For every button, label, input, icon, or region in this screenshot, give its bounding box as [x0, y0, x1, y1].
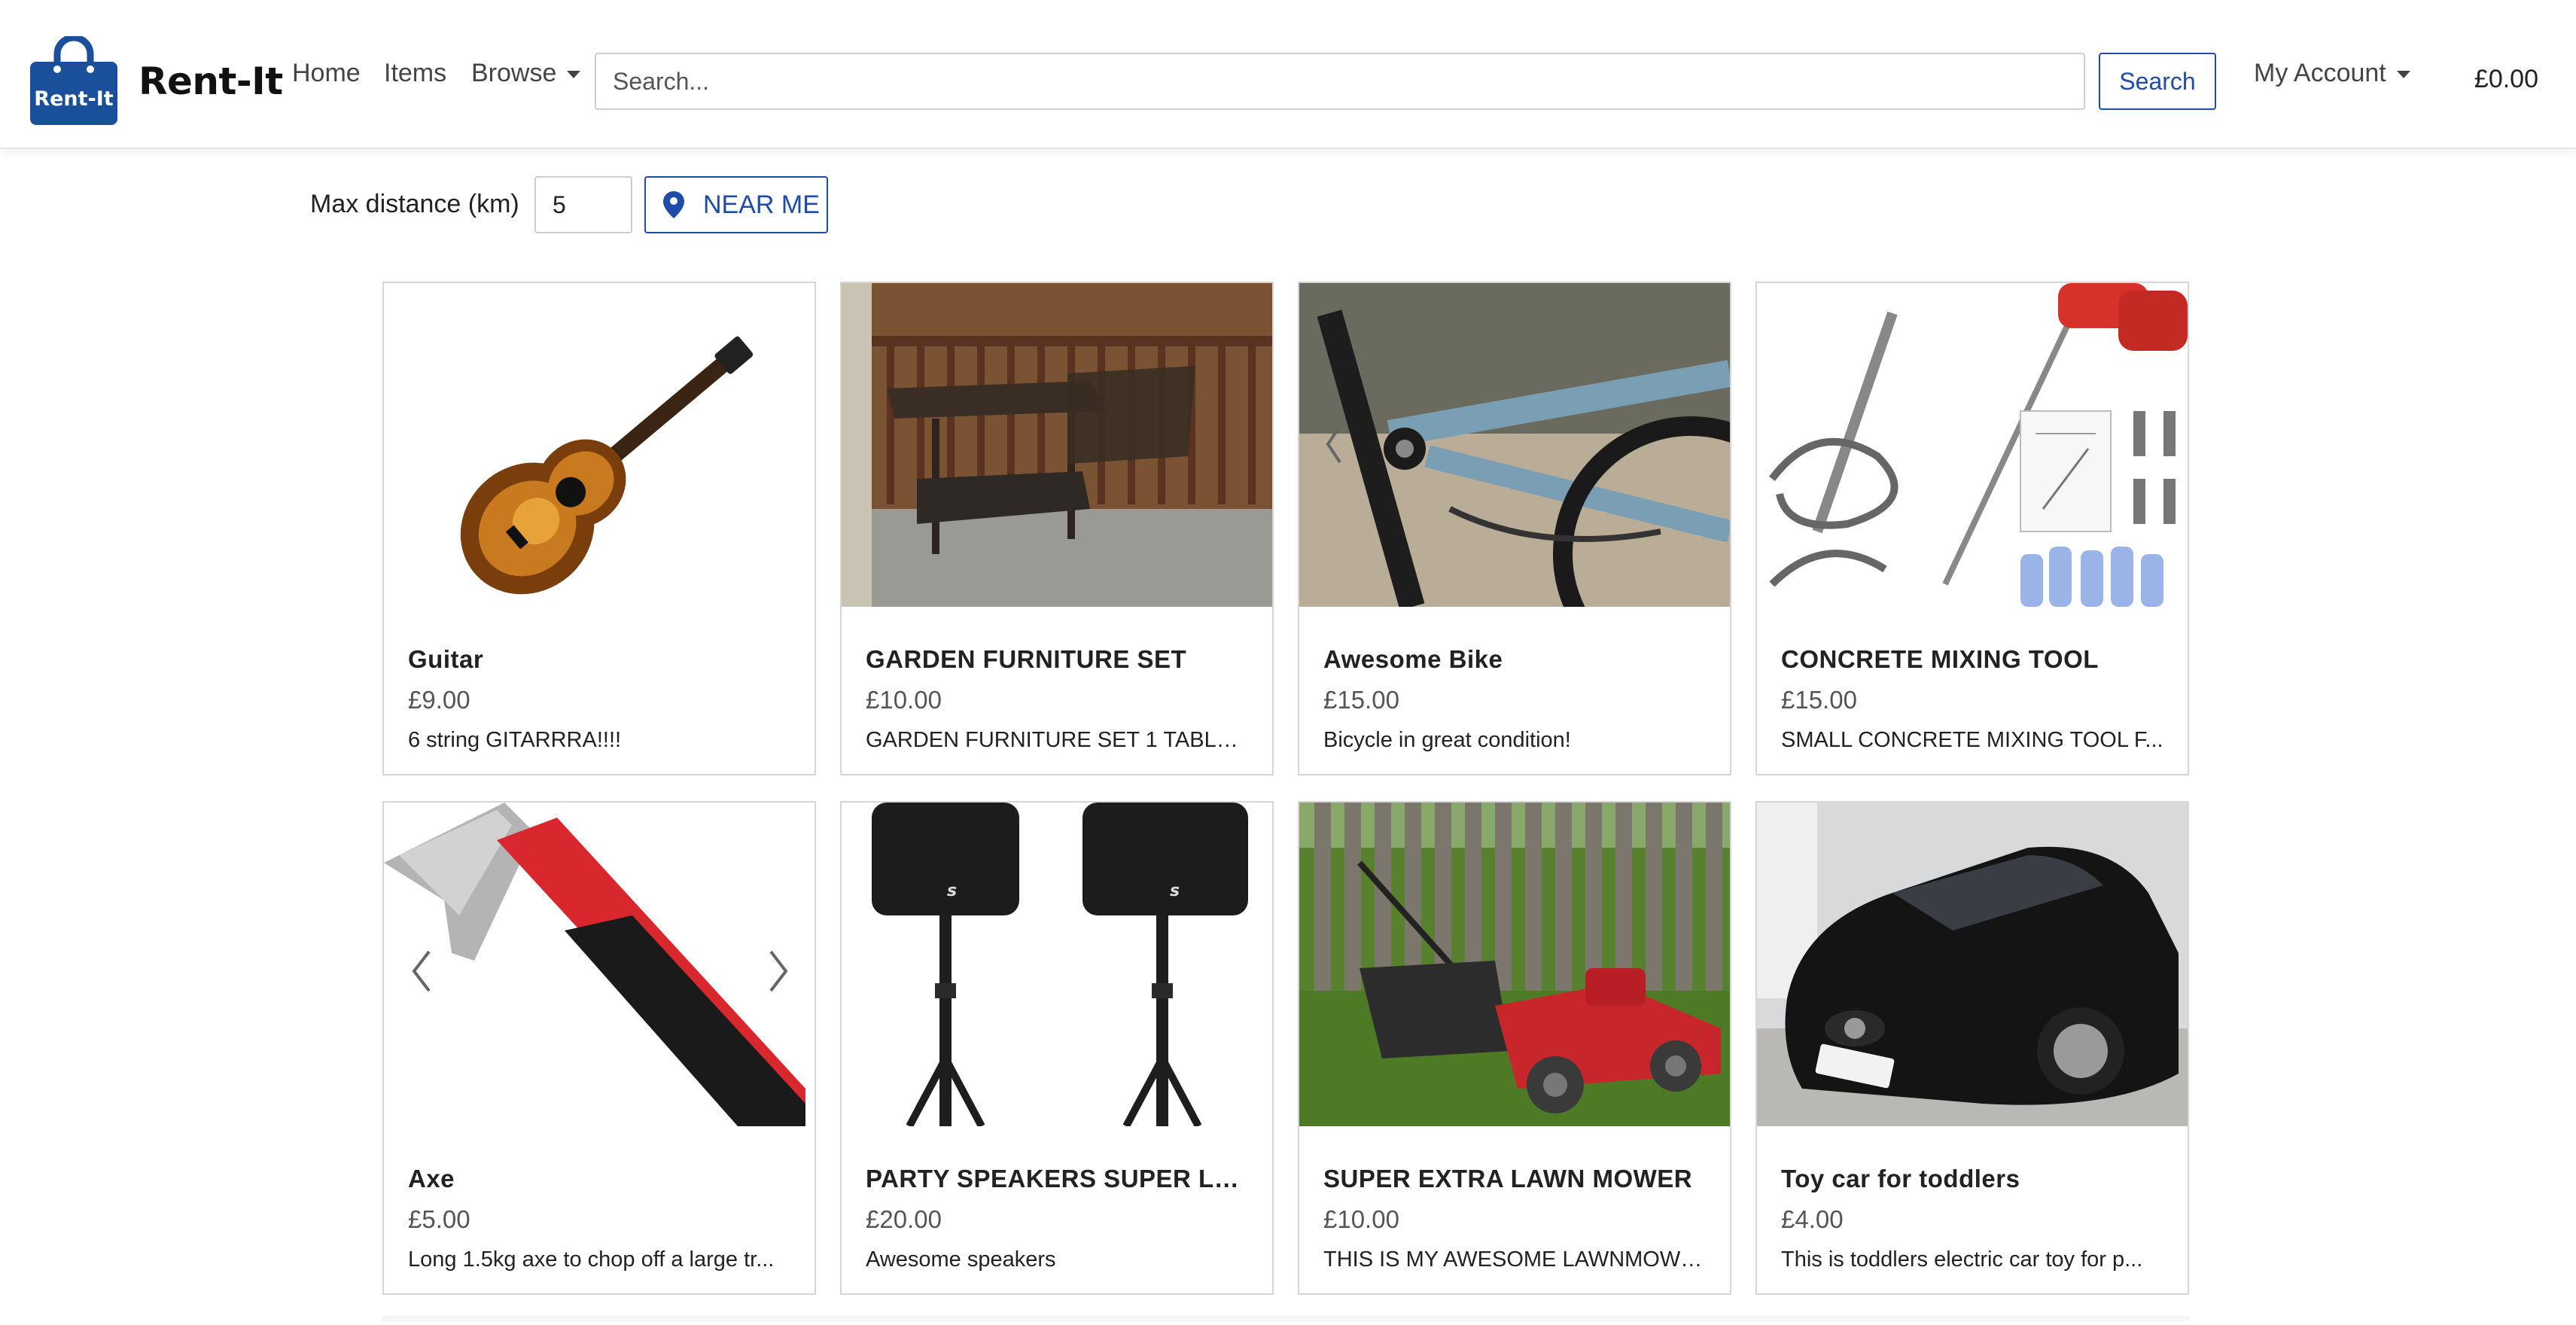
item-description: SMALL CONCRETE MIXING TOOL F... [1781, 729, 2163, 752]
item-card-bike[interactable]: Awesome Bike £15.00 Bicycle in great con… [1298, 282, 1731, 775]
item-title[interactable]: Guitar [408, 646, 792, 673]
item-price: £10.00 [1323, 1205, 1399, 1233]
max-distance-input[interactable] [534, 176, 632, 233]
navbar: Rent-It Rent-It Home Items Browse Search… [0, 0, 2576, 149]
item-title[interactable]: GARDEN FURNITURE SET [866, 646, 1250, 673]
item-card-axe[interactable]: Axe £5.00 Long 1.5kg axe to chop off a l… [382, 801, 816, 1295]
item-photo-concrete-mixer [1757, 283, 2188, 607]
item-card-garden-furniture[interactable]: GARDEN FURNITURE SET £10.00 GARDEN FURNI… [840, 282, 1274, 775]
item-description: Awesome speakers [866, 1248, 1056, 1272]
nav-browse-label: Browse [471, 59, 557, 87]
item-description: THIS IS MY AWESOME LAWNMOWER [1323, 1248, 1707, 1272]
next-row-edge [382, 1316, 2189, 1325]
item-description: Long 1.5kg axe to chop off a large tr... [408, 1248, 775, 1272]
item-card-concrete-mixer[interactable]: CONCRETE MIXING TOOL £15.00 SMALL CONCRE… [1755, 282, 2189, 775]
item-photo-bike [1299, 283, 1730, 607]
nav-items-link[interactable]: Items [384, 60, 446, 86]
location-pin-icon [663, 191, 684, 218]
my-account-label: My Account [2254, 59, 2386, 87]
item-title[interactable]: SUPER EXTRA LAWN MOWER [1323, 1165, 1707, 1192]
item-price: £9.00 [408, 686, 470, 714]
item-price: £4.00 [1781, 1205, 1844, 1233]
item-title[interactable]: Axe [408, 1165, 792, 1192]
svg-text:s: s [947, 882, 957, 900]
my-account-dropdown[interactable]: My Account [2254, 60, 2410, 86]
item-card-party-speakers[interactable]: s s PARTY SPEAKERS SUPER LOU... £20.00 A… [840, 801, 1274, 1295]
item-description: This is toddlers electric car toy for p.… [1781, 1248, 2143, 1272]
search-input[interactable] [595, 53, 2085, 110]
brand[interactable]: Rent-It Rent-It [27, 36, 283, 126]
item-card-lawn-mower[interactable]: SUPER EXTRA LAWN MOWER £10.00 THIS IS MY… [1298, 801, 1731, 1295]
shopping-bag-logo-icon: Rent-It [30, 36, 117, 125]
brand-name: Rent-It [139, 59, 283, 103]
item-price: £10.00 [866, 686, 942, 714]
svg-text:Rent-It: Rent-It [34, 87, 113, 111]
nav-browse-dropdown[interactable]: Browse [471, 59, 581, 87]
caret-down-icon [2396, 71, 2410, 79]
item-card-toy-car[interactable]: Toy car for toddlers £4.00 This is toddl… [1755, 801, 2189, 1295]
item-price: £15.00 [1781, 686, 1857, 714]
item-card-guitar[interactable]: Guitar £9.00 6 string GITARRRA!!!! [382, 282, 816, 775]
item-title[interactable]: PARTY SPEAKERS SUPER LOU... [866, 1165, 1250, 1192]
item-photo-axe [384, 803, 815, 1126]
item-photo-guitar [384, 283, 815, 607]
max-distance-label: Max distance (km) [310, 190, 519, 218]
item-title[interactable]: CONCRETE MIXING TOOL [1781, 646, 2165, 673]
item-photo-garden-furniture [842, 283, 1272, 607]
item-photo-toy-car [1757, 803, 2188, 1126]
item-price: £15.00 [1323, 686, 1399, 714]
item-description: GARDEN FURNITURE SET 1 TABLE 2... [866, 729, 1250, 752]
item-title[interactable]: Toy car for toddlers [1781, 1165, 2165, 1192]
near-me-label: NEAR ME [703, 190, 820, 219]
item-description: 6 string GITARRRA!!!! [408, 729, 622, 752]
item-photo-lawn-mower [1299, 803, 1730, 1126]
item-description: Bicycle in great condition! [1323, 729, 1571, 752]
item-price: £5.00 [408, 1205, 470, 1233]
search-button[interactable]: Search [2099, 53, 2216, 110]
svg-text:s: s [1170, 882, 1180, 900]
item-photo-party-speakers: s s [842, 803, 1272, 1126]
item-price: £20.00 [866, 1205, 942, 1233]
nav-home-link[interactable]: Home [292, 60, 361, 86]
near-me-button[interactable]: NEAR ME [644, 176, 828, 233]
cart-balance[interactable]: £0.00 [2474, 66, 2538, 92]
caret-down-icon [567, 71, 581, 79]
item-title[interactable]: Awesome Bike [1323, 646, 1707, 673]
